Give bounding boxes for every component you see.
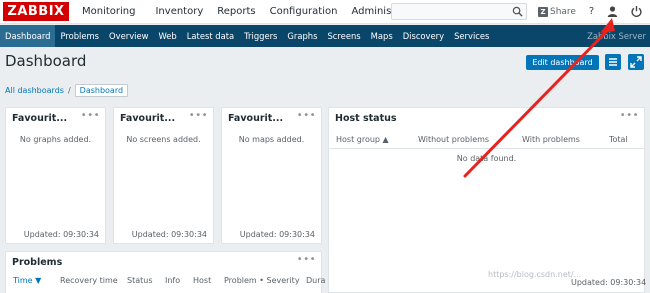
- widget-empty-text: No graphs added.: [19, 135, 92, 144]
- widget-header: Favourit... •••: [114, 108, 213, 130]
- search-icon[interactable]: [512, 6, 523, 17]
- column-host: Host: [193, 276, 212, 285]
- widget-header: Favourit... •••: [222, 108, 321, 130]
- subnav-graphs[interactable]: Graphs: [282, 25, 322, 47]
- breadcrumb: All dashboards / Dashboard: [5, 83, 129, 98]
- column-problem-severity: Problem • Severity: [224, 276, 300, 285]
- subnav-maps[interactable]: Maps: [366, 25, 398, 47]
- subnav-problems[interactable]: Problems: [55, 25, 104, 47]
- column-duration: Dura: [306, 276, 326, 285]
- column-host-group[interactable]: Host group ▲: [336, 135, 389, 144]
- widget-title: Host status: [335, 113, 397, 124]
- widget-title: Favourit...: [12, 113, 68, 124]
- sub-navigation: Dashboard Problems Overview Web Latest d…: [0, 25, 650, 47]
- widget-empty-text: No screens added.: [126, 135, 201, 144]
- widget-favourite-screens: Favourit... ••• No screens added. Update…: [113, 107, 214, 244]
- widget-header: Host status •••: [329, 108, 644, 130]
- column-without-problems: Without problems: [418, 135, 490, 144]
- menu-reports[interactable]: Reports: [217, 0, 255, 24]
- host-status-updated-time: Updated: 09:30:34: [571, 278, 647, 287]
- edit-dashboard-button[interactable]: Edit dashboard: [526, 55, 599, 70]
- breadcrumb-all-dashboards[interactable]: All dashboards: [5, 86, 64, 95]
- widget-menu-icon[interactable]: •••: [81, 110, 100, 121]
- column-time[interactable]: Time ▼: [13, 276, 41, 285]
- subnav-triggers[interactable]: Triggers: [239, 25, 282, 47]
- help-icon[interactable]: ?: [585, 5, 598, 18]
- widget-host-status: Host status ••• Host group ▲ Without pro…: [328, 107, 645, 293]
- widget-problems: Problems ••• Time ▼ Recovery time Status…: [5, 251, 325, 293]
- main-menu: Monitoring Inventory Reports Configurati…: [76, 0, 439, 24]
- breadcrumb-separator: /: [67, 86, 71, 95]
- widget-header: Favourit... •••: [6, 108, 105, 130]
- widget-updated-time: Updated: 09:30:34: [239, 230, 315, 239]
- subnav-web[interactable]: Web: [153, 25, 181, 47]
- menu-configuration[interactable]: Configuration: [270, 0, 338, 24]
- sign-out-icon[interactable]: [630, 5, 643, 18]
- widget-menu-icon[interactable]: •••: [189, 110, 208, 121]
- column-status: Status: [127, 276, 153, 285]
- widget-title: Favourit...: [120, 113, 176, 124]
- widget-header: Problems •••: [6, 252, 321, 274]
- top-bar: ZABBIX Monitoring Inventory Reports Conf…: [0, 0, 650, 24]
- fullscreen-button[interactable]: [628, 54, 644, 70]
- column-total: Total: [609, 135, 628, 144]
- widget-updated-time: Updated: 09:30:34: [23, 230, 99, 239]
- subnav-screens[interactable]: Screens: [322, 25, 365, 47]
- widget-empty-text: No maps added.: [238, 135, 305, 144]
- subnav-discovery[interactable]: Discovery: [398, 25, 449, 47]
- share-button[interactable]: Z Share: [538, 5, 576, 19]
- column-recovery-time: Recovery time: [60, 276, 118, 285]
- server-name: Zabbix Server: [587, 31, 646, 41]
- breadcrumb-current[interactable]: Dashboard: [74, 84, 129, 97]
- widget-menu-icon[interactable]: •••: [620, 110, 639, 121]
- user-profile-icon[interactable]: [606, 5, 619, 18]
- menu-monitoring[interactable]: Monitoring: [76, 0, 141, 24]
- subnav-overview[interactable]: Overview: [104, 25, 153, 47]
- dashboard-list-button[interactable]: [605, 54, 621, 70]
- subnav-services[interactable]: Services: [449, 25, 494, 47]
- widget-favourite-graphs: Favourit... ••• No graphs added. Updated…: [5, 107, 106, 244]
- widget-menu-icon[interactable]: •••: [297, 254, 316, 265]
- share-icon: Z: [538, 7, 548, 17]
- subnav-dashboard[interactable]: Dashboard: [0, 25, 56, 47]
- widget-menu-icon[interactable]: •••: [297, 110, 316, 121]
- widget-title: Favourit...: [228, 113, 284, 124]
- widget-updated-time: Updated: 09:30:34: [131, 230, 207, 239]
- subnav-latest-data[interactable]: Latest data: [182, 25, 239, 47]
- no-data-text: No data found.: [456, 154, 517, 163]
- widget-title: Problems: [12, 257, 63, 268]
- widget-favourite-maps: Favourit... ••• No maps added. Updated: …: [221, 107, 322, 244]
- column-with-problems: With problems: [522, 135, 580, 144]
- share-label: Share: [550, 7, 576, 17]
- search-input[interactable]: [391, 3, 527, 20]
- column-info: Info: [165, 276, 181, 285]
- table-header: Time ▼ Recovery time Status Info Host Pr…: [6, 276, 325, 290]
- page-title: Dashboard: [5, 52, 87, 70]
- table-header: Host group ▲ Without problems With probl…: [329, 130, 644, 149]
- watermark-text: https://blog.csdn.net/...: [488, 270, 582, 279]
- menu-inventory[interactable]: Inventory: [155, 0, 203, 24]
- zabbix-logo[interactable]: ZABBIX: [3, 2, 69, 21]
